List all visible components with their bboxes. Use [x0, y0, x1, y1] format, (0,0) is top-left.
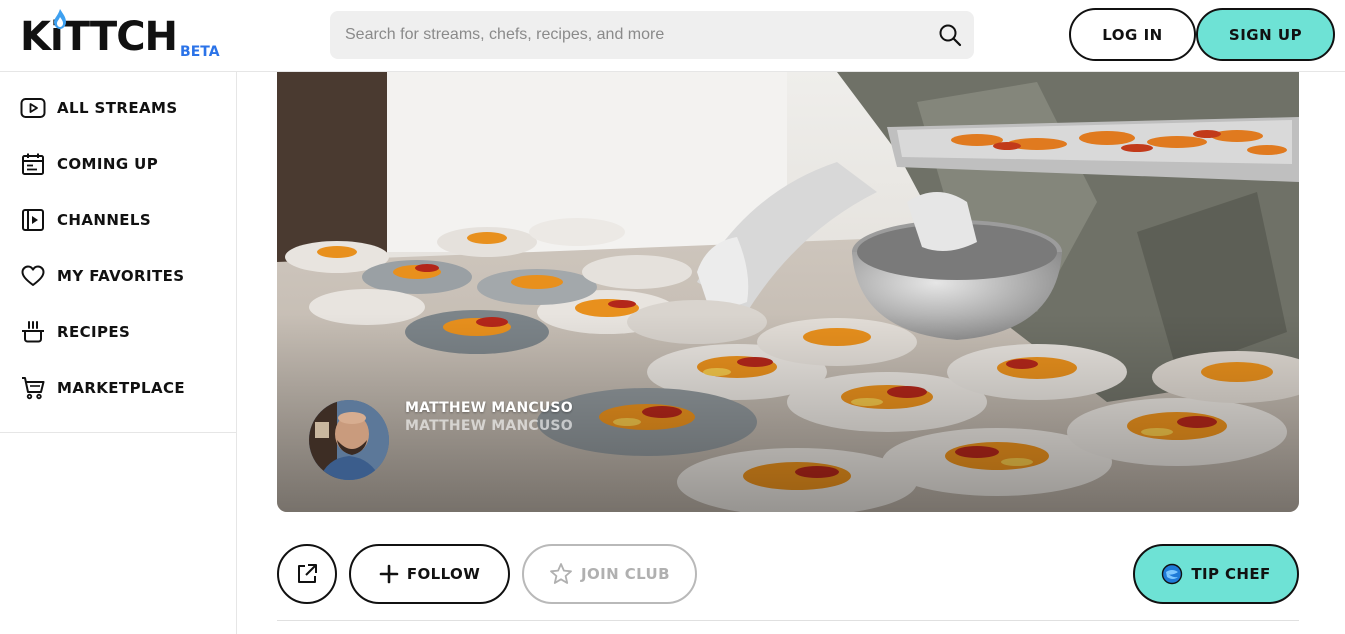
pot-icon — [20, 319, 46, 345]
plus-icon — [379, 564, 399, 584]
beta-badge: BETA — [180, 44, 220, 60]
tip-coin-icon — [1162, 563, 1183, 585]
share-icon — [298, 564, 317, 583]
chef-avatar-image — [309, 400, 389, 480]
star-icon — [550, 563, 572, 584]
search-bar — [330, 11, 974, 59]
kittch-logo[interactable]: KiTTCH BETA — [20, 9, 220, 62]
play-icon — [20, 95, 46, 121]
sidebar-nav: ALL STREAMS COMING UP CHANNELS MY FAVORI… — [0, 72, 236, 433]
section-divider — [277, 620, 1299, 621]
chef-handle: MATTHEW MANCUSO — [405, 418, 573, 434]
cart-icon — [20, 375, 46, 401]
tip-chef-label: TIP CHEF — [1191, 565, 1271, 583]
join-club-button[interactable]: JOIN CLUB — [522, 544, 697, 604]
sidebar-item-my-favorites[interactable]: MY FAVORITES — [20, 260, 184, 292]
sidebar-item-label: MY FAVORITES — [57, 267, 185, 285]
share-button[interactable] — [277, 544, 337, 604]
search-input[interactable] — [330, 11, 930, 59]
channels-icon — [20, 207, 46, 233]
sidebar-item-marketplace[interactable]: MARKETPLACE — [20, 372, 185, 404]
sidebar: ALL STREAMS COMING UP CHANNELS MY FAVORI… — [0, 72, 237, 634]
heart-icon — [20, 263, 46, 289]
search-icon — [939, 24, 962, 47]
log-in-button[interactable]: LOG IN — [1069, 8, 1196, 61]
sidebar-item-all-streams[interactable]: ALL STREAMS — [20, 92, 178, 124]
sidebar-item-recipes[interactable]: RECIPES — [20, 316, 130, 348]
join-club-label: JOIN CLUB — [581, 565, 670, 583]
top-header: KiTTCH BETA LOG IN SIGN UP — [0, 0, 1345, 72]
channel-banner: MATTHEW MANCUSO MATTHEW MANCUSO — [277, 72, 1299, 512]
sidebar-item-label: MARKETPLACE — [57, 379, 186, 397]
sidebar-item-label: CHANNELS — [57, 211, 152, 229]
sidebar-item-coming-up[interactable]: COMING UP — [20, 148, 158, 180]
chef-avatar[interactable] — [309, 400, 389, 480]
calendar-icon — [20, 151, 46, 177]
sign-up-button[interactable]: SIGN UP — [1196, 8, 1335, 61]
chef-name[interactable]: MATTHEW MANCUSO — [405, 400, 573, 416]
brand-name: KiTTCH — [20, 14, 178, 60]
sidebar-item-label: RECIPES — [57, 323, 131, 341]
sidebar-item-label: COMING UP — [57, 155, 159, 173]
banner-image — [277, 72, 1299, 512]
sidebar-item-channels[interactable]: CHANNELS — [20, 204, 151, 236]
follow-label: FOLLOW — [406, 565, 481, 583]
tip-chef-button[interactable]: TIP CHEF — [1133, 544, 1299, 604]
flame-icon — [54, 9, 66, 29]
follow-button[interactable]: FOLLOW — [349, 544, 510, 604]
sidebar-item-label: ALL STREAMS — [57, 99, 178, 117]
search-button[interactable] — [936, 21, 964, 49]
